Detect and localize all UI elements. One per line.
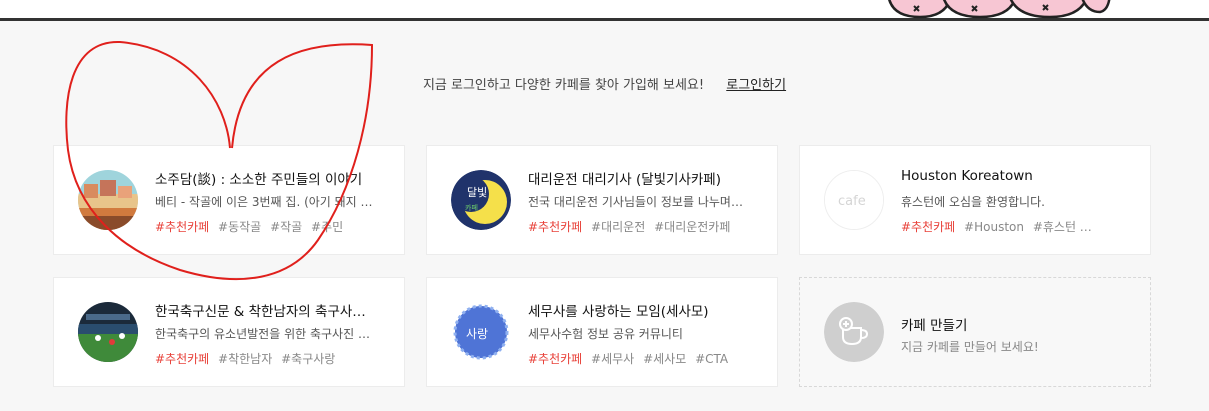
cafe-description: 휴스턴에 오심을 환영합니다. — [901, 195, 1045, 209]
cafe-tags: #추천카페 #대리운전 #대리운전카페 — [528, 218, 756, 235]
cafe-tag[interactable]: #세사모 — [643, 352, 686, 366]
recommended-tag[interactable]: #추천카페 — [528, 220, 582, 234]
add-cup-icon[interactable] — [824, 302, 884, 362]
recommended-tag[interactable]: #추천카페 — [155, 352, 209, 366]
cafe-description: 베티 - 작골에 이은 3번째 집. (아기 돼지 … — [155, 195, 373, 209]
cafe-tag[interactable]: #대리운전카페 — [654, 220, 730, 234]
cafe-avatar: cafe — [824, 170, 884, 230]
cafe-tag[interactable]: #Houston — [964, 220, 1024, 234]
recommended-tag[interactable]: #추천카페 — [528, 352, 582, 366]
cafe-card[interactable]: 사랑 세무사를 사랑하는 모임(세사모) 세무사수험 정보 공유 커뮤니티 #추… — [426, 277, 778, 387]
cafe-card[interactable]: 한국축구신문 & 착한남자의 축구사… 한국축구의 유소년발전을 위한 축구사진… — [53, 277, 405, 387]
cafe-tag[interactable]: #착한남자 — [218, 352, 272, 366]
cafe-card[interactable]: cafe Houston Koreatown 휴스턴에 오심을 환영합니다. #… — [799, 145, 1151, 255]
cafe-tags: #추천카페 #세무사 #세사모 #CTA — [528, 350, 756, 367]
recommended-tag[interactable]: #추천카페 — [901, 220, 955, 234]
cafe-tag[interactable]: #CTA — [695, 352, 728, 366]
recommended-tag[interactable]: #추천카페 — [155, 220, 209, 234]
cafe-tag[interactable]: #작골 — [270, 220, 302, 234]
avatar-text-bottom: 카페 — [465, 203, 478, 212]
login-link[interactable]: 로그인하기 — [726, 78, 786, 93]
mascot-illustration — [880, 0, 1112, 19]
avatar-text-top: 달빛 — [467, 186, 487, 199]
cafe-avatar — [78, 302, 138, 362]
cafe-avatar — [78, 170, 138, 230]
avatar-placeholder-text: cafe — [838, 194, 866, 209]
cafe-tag[interactable]: #세무사 — [591, 352, 634, 366]
cafe-tag[interactable]: #대리운전 — [591, 220, 645, 234]
cafe-tag[interactable]: #축구사랑 — [281, 352, 335, 366]
cafe-card[interactable]: 달빛 카페 대리운전 대리기사 (달빛기사카페) 전국 대리운전 기사님들이 정… — [426, 145, 778, 255]
cafe-tags: #추천카페 #Houston #휴스턴 … — [901, 218, 1129, 235]
cafe-title[interactable]: 소주담(談) : 소소한 주민들의 이야기 — [155, 168, 383, 188]
cafe-title[interactable]: 세무사를 사랑하는 모임(세사모) — [528, 300, 756, 320]
cafe-avatar: 달빛 카페 — [451, 170, 511, 230]
cafe-avatar: 사랑 — [451, 302, 511, 362]
cafe-title[interactable]: Houston Koreatown — [901, 168, 1129, 184]
create-cafe-description: 지금 카페를 만들어 보세요! — [901, 340, 1039, 354]
cafe-description: 세무사수험 정보 공유 커뮤니티 — [528, 327, 683, 341]
cafe-title[interactable]: 한국축구신문 & 착한남자의 축구사… — [155, 300, 383, 320]
cafe-tag[interactable]: #주민 — [311, 220, 343, 234]
cafe-tags: #추천카페 #착한남자 #축구사랑 — [155, 350, 383, 367]
cafe-tags: #추천카페 #동작골 #작골 #주민 — [155, 218, 383, 235]
cafe-description: 한국축구의 유소년발전을 위한 축구사진 … — [155, 327, 370, 341]
login-prompt: 지금 로그인하고 다양한 카페를 찾아 가입해 보세요! 로그인하기 — [0, 74, 1209, 93]
avatar-text: 사랑 — [466, 327, 488, 341]
create-cafe-title[interactable]: 카페 만들기 — [901, 314, 1129, 334]
cafe-tag[interactable]: #휴스턴 … — [1033, 220, 1092, 234]
cafe-card[interactable]: 소주담(談) : 소소한 주민들의 이야기 베티 - 작골에 이은 3번째 집.… — [53, 145, 405, 255]
cafe-tag[interactable]: #동작골 — [218, 220, 261, 234]
cafe-description: 전국 대리운전 기사님들이 정보를 나누며… — [528, 195, 743, 209]
login-message: 지금 로그인하고 다양한 카페를 찾아 가입해 보세요! — [422, 78, 705, 93]
cafe-title[interactable]: 대리운전 대리기사 (달빛기사카페) — [528, 168, 756, 188]
create-cafe-card[interactable]: 카페 만들기 지금 카페를 만들어 보세요! — [799, 277, 1151, 387]
